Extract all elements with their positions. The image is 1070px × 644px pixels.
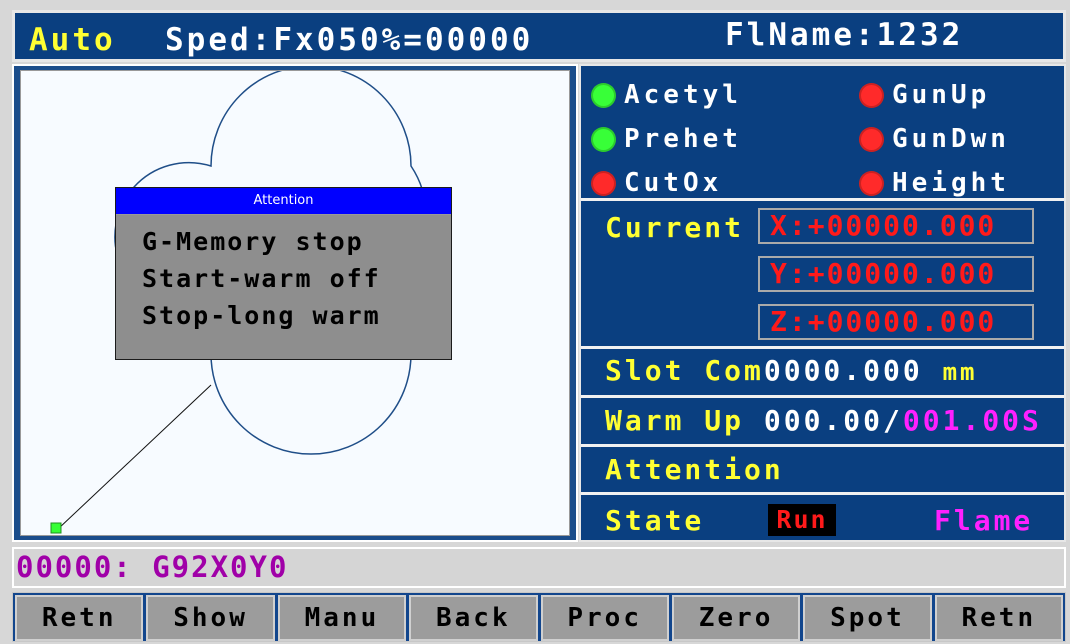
dialog-title: Attention	[116, 188, 451, 215]
gun-up-status: GunUp	[859, 80, 990, 110]
function-key-bar: Retn Show Manu Back Proc Zero Spot Retn	[12, 592, 1066, 642]
attention-label: Attention	[605, 453, 784, 486]
slot-separator	[581, 395, 1064, 398]
acetylene-status: Acetyl	[591, 80, 742, 110]
status-led-icon	[591, 126, 616, 152]
status-label: GunDwn	[892, 124, 1010, 154]
status-label: Acetyl	[624, 80, 742, 110]
machine-status-panel: Acetyl GunUp Prehet GunDwn CutOx Height	[579, 64, 1066, 542]
mode-label: Auto	[29, 22, 116, 58]
status-led-icon	[591, 170, 616, 196]
status-led-icon	[859, 126, 884, 152]
current-program-line: 00000: G92X0Y0	[12, 547, 1066, 588]
slot-compensation-row: Slot Com0000.000 mm	[605, 354, 977, 387]
status-led-icon	[591, 82, 616, 108]
status-label: GunUp	[892, 80, 991, 110]
status-label: Prehet	[624, 124, 742, 154]
status-label: CutOx	[624, 168, 723, 198]
file-name-display: FlName:1232	[725, 17, 964, 53]
dialog-line-stop-warm: Stop-long warm	[142, 301, 381, 330]
cut-oxygen-status: CutOx	[591, 168, 722, 198]
status-led-icon	[859, 170, 884, 196]
z-coordinate: Z:+00000.000	[758, 304, 1034, 340]
show-button[interactable]: Show	[146, 595, 275, 641]
warm-up-row: Warm Up 000.00/001.00S	[605, 404, 1042, 437]
slot-compensation-unit: mm	[942, 358, 978, 386]
path-preview-panel: Attention G-Memory stop Start-warm off S…	[12, 64, 578, 542]
dialog-line-start-warm: Start-warm off	[142, 264, 381, 293]
status-separator	[581, 198, 1064, 201]
status-label: Height	[892, 168, 1010, 198]
attention-dialog: Attention G-Memory stop Start-warm off S…	[115, 187, 452, 360]
y-coordinate: Y:+00000.000	[758, 256, 1034, 292]
back-button[interactable]: Back	[409, 595, 538, 641]
io-status-grid: Acetyl GunUp Prehet GunDwn CutOx Height	[591, 80, 1053, 208]
height-status: Height	[859, 168, 1010, 198]
warm-up-label: Warm Up	[605, 404, 745, 437]
flame-mode-indicator: Flame	[934, 504, 1034, 537]
spot-button[interactable]: Spot	[803, 595, 932, 641]
warm-up-separator	[581, 444, 1064, 447]
lead-in-line	[57, 384, 212, 530]
start-point-icon	[50, 522, 62, 534]
coordinate-separator	[581, 346, 1064, 349]
state-label: State	[605, 504, 705, 537]
warm-up-total-value: 001.00S	[902, 404, 1042, 437]
dialog-line-memory-stop: G-Memory stop	[142, 227, 364, 256]
path-preview-canvas: Attention G-Memory stop Start-warm off S…	[20, 70, 570, 536]
plasma-cutter-control-screen: Auto Sped:Fx050%=00000 FlName:1232 Atten…	[0, 0, 1070, 644]
zero-button[interactable]: Zero	[671, 595, 801, 641]
dialog-message: G-Memory stop Start-warm off Stop-long w…	[116, 215, 451, 334]
gun-down-status: GunDwn	[859, 124, 1010, 154]
retn-button[interactable]: Retn	[15, 595, 144, 641]
x-coordinate: X:+00000.000	[758, 208, 1034, 244]
preheat-status: Prehet	[591, 124, 742, 154]
run-state-badge: Run	[768, 504, 836, 536]
current-position-label: Current	[605, 211, 745, 244]
attention-separator	[581, 492, 1064, 495]
top-status-bar: Auto Sped:Fx050%=00000 FlName:1232	[12, 10, 1066, 62]
slot-compensation-label: Slot Com	[605, 354, 764, 387]
speed-display: Sped:Fx050%=00000	[165, 22, 534, 58]
slot-compensation-value: 0000.000	[763, 354, 923, 387]
warm-up-current-value: 000.00/	[763, 404, 903, 437]
retn-button-secondary[interactable]: Retn	[934, 595, 1063, 641]
manual-button[interactable]: Manu	[277, 595, 407, 641]
process-button[interactable]: Proc	[540, 595, 669, 641]
status-led-icon	[859, 82, 884, 108]
